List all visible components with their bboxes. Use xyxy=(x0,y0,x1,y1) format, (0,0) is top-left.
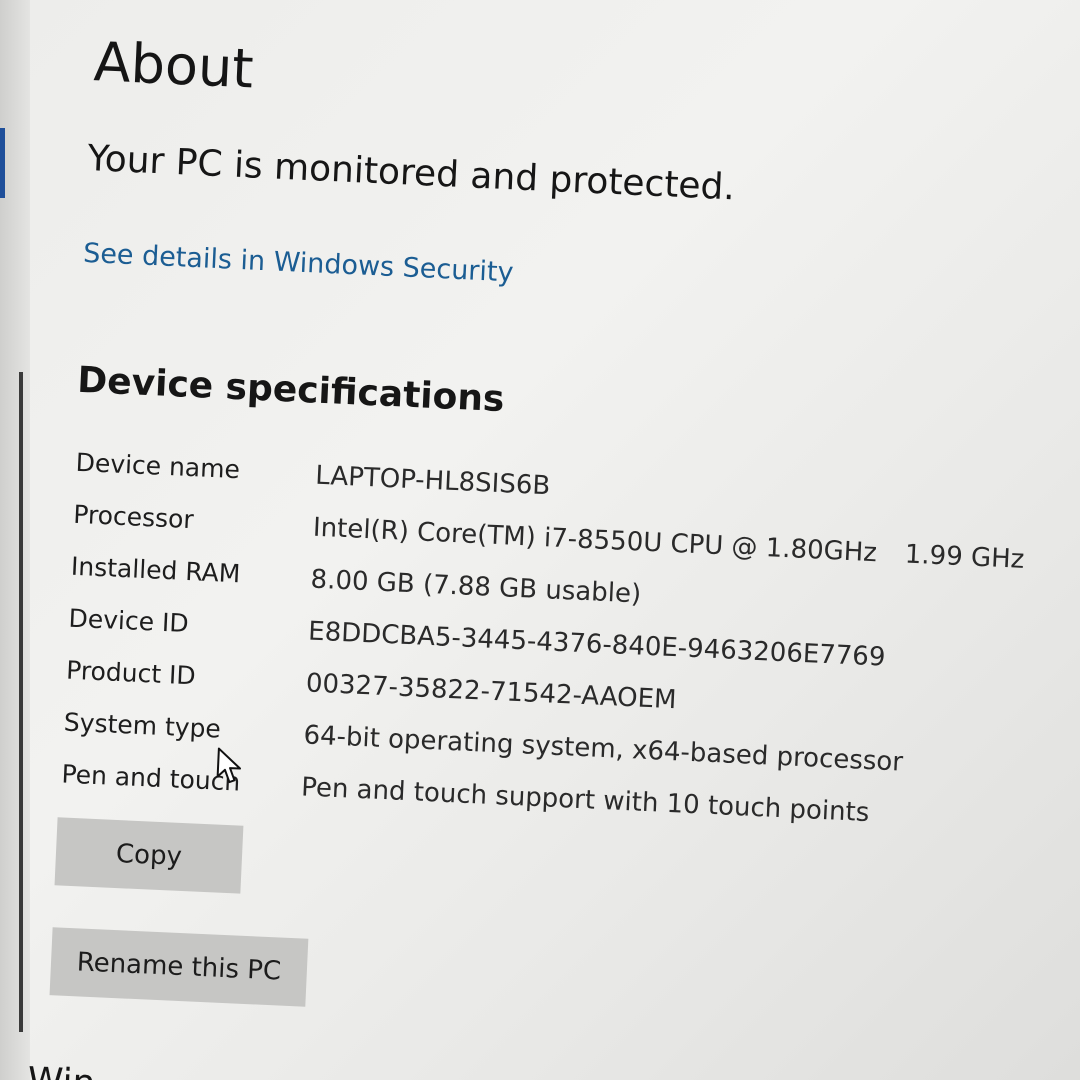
nav-selection-indicator xyxy=(0,128,5,198)
about-page: About Your PC is monitored and protected… xyxy=(27,0,1080,1080)
spec-label: Product ID xyxy=(65,655,197,691)
device-specifications-table: Device name LAPTOP-HL8SIS6B Processor In… xyxy=(60,448,1056,856)
spec-label: System type xyxy=(63,707,222,744)
next-section-heading-partial: Win xyxy=(27,1060,96,1080)
device-specifications-heading: Device specifications xyxy=(76,359,506,421)
spec-label: Device ID xyxy=(68,603,190,639)
mouse-pointer-icon xyxy=(216,747,242,784)
spec-value: LAPTOP-HL8SIS6B xyxy=(315,461,551,502)
spec-value-text: LAPTOP-HL8SIS6B xyxy=(314,460,551,502)
protection-status-text: Your PC is monitored and protected. xyxy=(86,138,736,209)
processor-speed: 1.99 GHz xyxy=(904,539,1025,575)
windows-security-link[interactable]: See details in Windows Security xyxy=(83,238,515,289)
copy-button[interactable]: Copy xyxy=(54,817,244,894)
page-title: About xyxy=(92,30,255,101)
spec-label: Processor xyxy=(72,499,195,535)
rename-pc-button[interactable]: Rename this PC xyxy=(49,927,309,1007)
spec-label: Device name xyxy=(75,447,241,485)
about-content: About Your PC is monitored and protected… xyxy=(0,0,1080,1080)
